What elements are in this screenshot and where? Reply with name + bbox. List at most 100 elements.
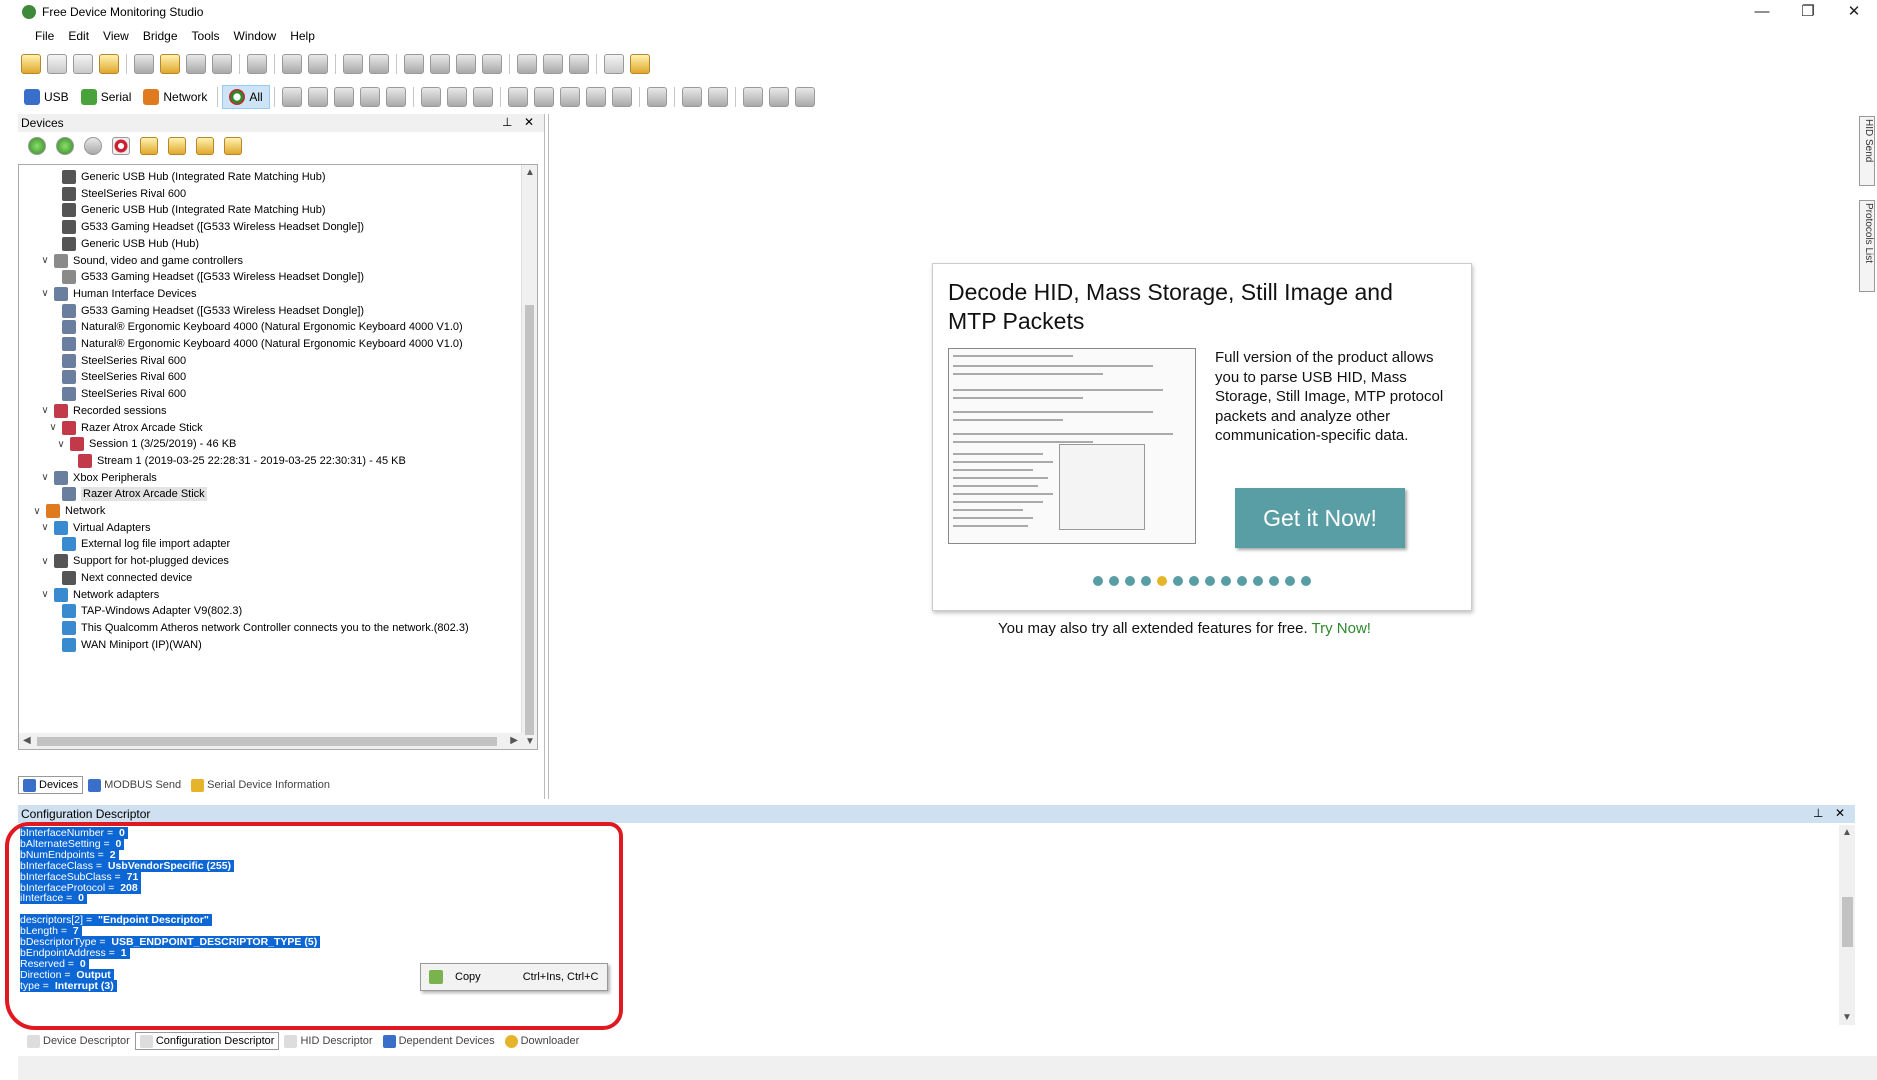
tab-hid-send[interactable]: HID Send [1859,116,1875,186]
find-next-icon[interactable] [308,54,328,74]
chart-alt-icon[interactable] [707,87,728,107]
tab-dependent-devices[interactable]: Dependent Devices [378,1032,500,1050]
menu-edit[interactable]: Edit [61,29,96,43]
layout-3-icon[interactable] [456,54,476,74]
expander-icon[interactable]: ∨ [55,439,67,450]
carousel-dot[interactable] [1301,576,1311,586]
tree-row[interactable]: WAN Miniport (IP)(WAN) [47,635,202,655]
expander-icon[interactable]: ∨ [31,506,43,517]
layout-1-icon[interactable] [404,54,424,74]
cut-icon[interactable] [134,54,154,74]
print-icon[interactable] [247,54,267,74]
brush-icon[interactable] [343,54,363,74]
expander-icon[interactable]: ∨ [39,472,51,483]
expander-icon[interactable]: ∨ [39,522,51,533]
start-icon[interactable] [56,137,74,155]
tree-horizontal-scrollbar[interactable]: ◀ ▶ [19,733,522,749]
tab-devices[interactable]: Devices [18,776,84,794]
add-device-icon[interactable] [168,137,186,155]
refresh-icon[interactable] [140,137,158,155]
stop-icon[interactable] [569,54,589,74]
pause-icon[interactable] [543,54,563,74]
receive-icon[interactable] [768,87,789,107]
close-icon[interactable]: ✕ [524,115,534,129]
paste-icon[interactable] [186,54,206,74]
config-text-view[interactable]: ▲ ▼ bInterfaceNumber = 0 bAlternateSettin… [18,825,1855,1027]
context-copy-item[interactable]: Copy [455,971,481,983]
select-none-icon[interactable] [585,87,606,107]
minimize-button[interactable]: — [1739,0,1785,22]
carousel-dot[interactable] [1157,576,1167,586]
carousel-dot[interactable] [1285,576,1295,586]
forward-icon[interactable] [472,87,493,107]
tree-vscroll-thumb[interactable] [525,305,534,735]
bookmark-icon[interactable] [420,87,441,107]
tree-vertical-scrollbar[interactable]: ▲ ▼ [521,165,537,749]
device-tree[interactable]: Generic USB Hub (Integrated Rate Matchin… [18,164,538,750]
tab-serial-info[interactable]: Serial Device Information [186,776,335,794]
session-icon[interactable] [112,137,130,155]
scroll-right-icon[interactable]: ▶ [510,735,518,746]
expander-icon[interactable]: ∨ [39,589,51,600]
carousel-dot[interactable] [1237,576,1247,586]
menu-view[interactable]: View [96,29,136,43]
pin-icon[interactable]: ⊥ [502,115,512,129]
paste-special-icon[interactable] [212,54,232,74]
tab-device-descriptor[interactable]: Device Descriptor [22,1032,135,1050]
send-all-icon[interactable] [794,87,815,107]
new-file-icon[interactable] [21,54,41,74]
tab-hid-descriptor[interactable]: HID Descriptor [279,1032,377,1050]
close-button[interactable]: ✕ [1831,0,1877,22]
send-icon[interactable] [742,87,763,107]
menu-file[interactable]: File [28,29,61,43]
menu-window[interactable]: Window [227,29,284,43]
plugins-icon[interactable] [281,87,302,107]
carousel-dot[interactable] [1109,576,1119,586]
carousel-dot[interactable] [1269,576,1279,586]
pin-icon[interactable]: ⊥ [1813,806,1823,820]
scroll-up-icon[interactable]: ▲ [525,167,535,178]
record-icon[interactable] [517,54,537,74]
search-device-icon[interactable] [196,137,214,155]
config-vertical-scrollbar[interactable]: ▲ ▼ [1839,825,1855,1025]
expander-icon[interactable]: ∨ [47,422,59,433]
copy-icon[interactable] [160,54,180,74]
carousel-dot[interactable] [1093,576,1103,586]
config-vscroll-thumb[interactable] [1842,897,1853,947]
tab-configuration-descriptor[interactable]: Configuration Descriptor [134,1032,280,1050]
all-filter-button[interactable]: All [222,85,270,109]
restore-button[interactable]: ❐ [1785,0,1831,22]
get-it-now-button[interactable]: Get it Now! [1235,488,1405,548]
tab-downloader[interactable]: Downloader [500,1032,585,1050]
menu-help[interactable]: Help [283,29,322,43]
scale-icon[interactable] [646,87,667,107]
window-icon[interactable] [359,87,380,107]
tab-protocols-list[interactable]: Protocols List [1859,200,1875,292]
filter-icon[interactable] [333,87,354,107]
molecule-icon[interactable] [307,87,328,107]
layout-4-icon[interactable] [482,54,502,74]
network-filter-button[interactable]: Network [137,85,213,109]
carousel-dot[interactable] [1141,576,1151,586]
carousel-dot[interactable] [1125,576,1135,586]
tree-hscroll-thumb[interactable] [37,737,497,746]
scroll-down-icon[interactable]: ▼ [525,736,535,747]
properties-icon[interactable] [224,137,242,155]
expander-icon[interactable]: ∨ [39,255,51,266]
find-icon[interactable] [282,54,302,74]
window-split-icon[interactable] [385,87,406,107]
save-as-icon[interactable] [73,54,93,74]
try-now-link[interactable]: Try Now! [1312,620,1371,637]
serial-filter-button[interactable]: Serial [75,85,138,109]
settings-icon[interactable] [630,54,650,74]
carousel-dot[interactable] [1205,576,1215,586]
add-monitor-icon[interactable] [28,137,46,155]
scroll-down-icon[interactable]: ▼ [1842,1012,1852,1023]
stop-icon[interactable] [84,137,102,155]
menu-tools[interactable]: Tools [185,29,227,43]
chart-icon[interactable] [681,87,702,107]
clear-icon[interactable] [369,54,389,74]
expander-icon[interactable]: ∨ [39,556,51,567]
scroll-up-icon[interactable]: ▲ [1842,827,1852,838]
select-all-icon[interactable] [533,87,554,107]
